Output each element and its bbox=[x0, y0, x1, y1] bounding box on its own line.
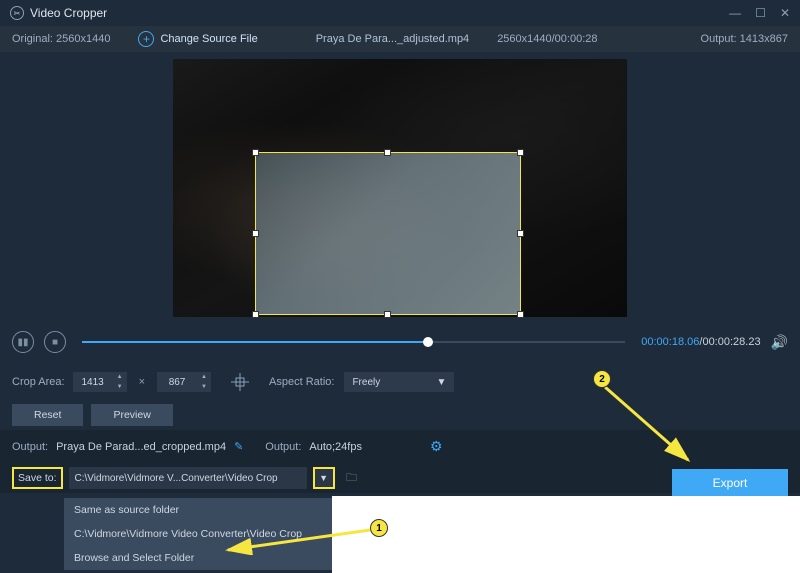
output-filename: Praya De Parad...ed_cropped.mp4 bbox=[56, 441, 226, 453]
output-label: Output: bbox=[12, 441, 48, 453]
stop-button[interactable]: ■ bbox=[44, 331, 66, 353]
height-value: 867 bbox=[157, 372, 197, 392]
output-dimensions: Output: 1413x867 bbox=[701, 33, 788, 45]
output-format: Auto;24fps bbox=[309, 441, 362, 453]
times-icon: × bbox=[135, 376, 149, 388]
reset-button[interactable]: Reset bbox=[12, 404, 83, 426]
crop-handle-ne[interactable] bbox=[517, 149, 524, 156]
export-button[interactable]: Export bbox=[672, 469, 788, 497]
crop-handle-n[interactable] bbox=[384, 149, 391, 156]
slider-thumb[interactable] bbox=[423, 337, 433, 347]
preview-button[interactable]: Preview bbox=[91, 404, 172, 426]
crop-handle-w[interactable] bbox=[252, 230, 259, 237]
close-button[interactable]: ✕ bbox=[780, 6, 790, 20]
source-filename: Praya De Para..._adjusted.mp4 bbox=[316, 33, 469, 45]
change-source-button[interactable]: + Change Source File bbox=[138, 31, 257, 47]
crop-handle-s[interactable] bbox=[384, 311, 391, 318]
menu-item-last-path[interactable]: C:\Vidmore\Vidmore Video Converter\Video… bbox=[64, 522, 332, 546]
background-patch bbox=[332, 496, 800, 573]
crop-rectangle[interactable] bbox=[255, 152, 521, 315]
crop-handle-e[interactable] bbox=[517, 230, 524, 237]
center-icon[interactable] bbox=[229, 371, 251, 393]
save-to-label: Save to: bbox=[12, 467, 63, 489]
minimize-button[interactable]: — bbox=[729, 6, 741, 20]
time-current: 00:00:18.06 bbox=[641, 336, 699, 348]
original-dimensions: Original: 2560x1440 bbox=[12, 33, 110, 45]
chevron-down-icon: ▼ bbox=[437, 377, 447, 388]
crop-handle-se[interactable] bbox=[517, 311, 524, 318]
edit-icon[interactable]: ✎ bbox=[234, 440, 243, 453]
width-down[interactable]: ▼ bbox=[113, 382, 127, 392]
time-total: /00:00:28.23 bbox=[699, 336, 760, 348]
width-value: 1413 bbox=[73, 372, 113, 392]
gear-icon[interactable]: ⚙ bbox=[430, 438, 443, 455]
playback-slider[interactable] bbox=[82, 341, 625, 343]
crop-area-label: Crop Area: bbox=[12, 376, 65, 388]
menu-item-same-folder[interactable]: Same as source folder bbox=[64, 498, 332, 522]
crop-handle-nw[interactable] bbox=[252, 149, 259, 156]
width-stepper[interactable]: 1413 ▲▼ bbox=[73, 372, 127, 392]
aspect-dropdown[interactable]: Freely ▼ bbox=[344, 372, 454, 392]
save-path-dropdown-menu: Same as source folder C:\Vidmore\Vidmore… bbox=[64, 498, 332, 570]
aspect-label: Aspect Ratio: bbox=[269, 376, 334, 388]
play-pause-button[interactable]: ▮▮ bbox=[12, 331, 34, 353]
aspect-value: Freely bbox=[352, 377, 380, 388]
save-path-field[interactable]: C:\Vidmore\Vidmore V...Converter\Video C… bbox=[69, 467, 307, 489]
height-stepper[interactable]: 867 ▲▼ bbox=[157, 372, 211, 392]
volume-icon[interactable]: 🔊 bbox=[771, 334, 788, 351]
crop-handle-sw[interactable] bbox=[252, 311, 259, 318]
annotation-marker-2: 2 bbox=[593, 370, 611, 388]
change-source-label: Change Source File bbox=[160, 33, 257, 45]
plus-icon: + bbox=[138, 31, 154, 47]
annotation-marker-1: 1 bbox=[370, 519, 388, 537]
menu-item-browse[interactable]: Browse and Select Folder bbox=[64, 546, 332, 570]
app-icon: ✂ bbox=[10, 6, 24, 20]
source-dimensions: 2560x1440/00:00:28 bbox=[497, 33, 597, 45]
width-up[interactable]: ▲ bbox=[113, 372, 127, 382]
output-format-label: Output: bbox=[265, 441, 301, 453]
height-up[interactable]: ▲ bbox=[197, 372, 211, 382]
save-path-dropdown-button[interactable]: ▼ bbox=[313, 467, 335, 489]
maximize-button[interactable]: ☐ bbox=[755, 6, 766, 20]
folder-icon[interactable]: 🗀 bbox=[341, 467, 363, 489]
height-down[interactable]: ▼ bbox=[197, 382, 211, 392]
window-title: Video Cropper bbox=[30, 6, 107, 20]
video-preview[interactable] bbox=[173, 59, 627, 317]
